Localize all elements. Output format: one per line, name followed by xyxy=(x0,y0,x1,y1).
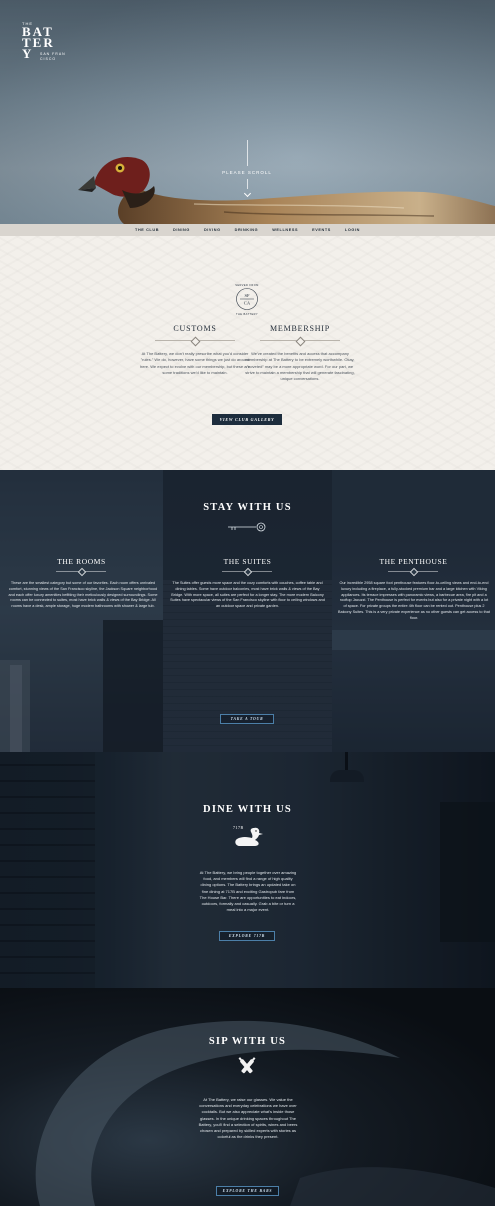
diamond-divider-icon xyxy=(260,338,340,343)
battery-logo[interactable]: THE BAT TER Y SAN FRAN CISCO xyxy=(22,21,82,62)
sip-section: SIP WITH US At The Battery, we raise our… xyxy=(0,988,495,1206)
logo-city: SAN FRAN CISCO xyxy=(40,52,66,62)
suites-title: THE SUITES xyxy=(223,557,272,566)
stay-section: STAY WITH US THE ROOMS These are the sma… xyxy=(0,470,495,752)
rooms-text: These are the smallest category but some… xyxy=(8,581,158,609)
membership-title: MEMBERSHIP xyxy=(269,324,330,333)
penthouse-text: Our incredible 2958 square foot penthous… xyxy=(338,581,490,620)
explore-the-bars-button[interactable]: EXPLORE THE BARS xyxy=(216,1186,279,1196)
nav-item-login[interactable]: LOGIN xyxy=(345,228,360,232)
seal-top: SERVED FROM xyxy=(235,283,258,287)
diamond-divider-icon xyxy=(388,569,438,574)
duck-icon xyxy=(235,827,263,846)
nav-item-dining[interactable]: DINING xyxy=(173,228,190,232)
nav-item-wellness[interactable]: WELLNESS xyxy=(272,228,298,232)
customs-text: At The Battery, we don't really prescrib… xyxy=(140,351,250,375)
about-section: SF CA SERVED FROM THE BATTERY CUSTOMS At… xyxy=(0,236,495,470)
main-nav: THE CLUB DINING DIVING DRINKING WELLNESS… xyxy=(0,224,495,236)
take-a-tour-button[interactable]: TAKE A TOUR xyxy=(220,714,274,724)
dine-text: At The Battery, we bring people together… xyxy=(199,870,297,913)
customs-title: CUSTOMS xyxy=(173,324,217,333)
pheasant-image xyxy=(78,157,495,224)
dine-title: DINE WITH US xyxy=(203,804,292,815)
view-club-gallery-button[interactable]: VIEW CLUB GALLERY xyxy=(212,414,282,425)
stay-title: STAY WITH US xyxy=(203,502,292,513)
hero-section: THE BAT TER Y SAN FRAN CISCO PLEASE SCRO… xyxy=(0,0,495,224)
sip-text: At The Battery, we raise our glasses. We… xyxy=(198,1097,298,1140)
seal-ca: CA xyxy=(244,301,251,306)
suites-text: The Suites offer guests more space and t… xyxy=(170,581,325,609)
sf-ca-seal-icon: SF CA SERVED FROM THE BATTERY xyxy=(235,283,258,316)
membership-column: MEMBERSHIP We've created the benefits an… xyxy=(245,324,355,382)
nav-item-events[interactable]: EVENTS xyxy=(312,228,331,232)
nav-item-drinking[interactable]: DRINKING xyxy=(235,228,259,232)
nav-item-the-club[interactable]: THE CLUB xyxy=(135,228,159,232)
customs-column: CUSTOMS At The Battery, we don't really … xyxy=(140,324,250,376)
sip-title: SIP WITH US xyxy=(208,1036,287,1047)
explore-717b-button[interactable]: EXPLORE 717B xyxy=(219,931,275,941)
diamond-divider-icon xyxy=(222,569,272,574)
seal-bottom: THE BATTERY xyxy=(236,312,258,316)
membership-text: We've created the benefits and access th… xyxy=(245,351,355,382)
seal-sf: SF xyxy=(244,293,250,298)
nav-item-diving[interactable]: DIVING xyxy=(204,228,221,232)
key-icon xyxy=(228,522,266,532)
logo-city-2: CISCO xyxy=(40,57,57,61)
crossed-bottles-icon xyxy=(238,1057,256,1074)
rooms-title: THE ROOMS xyxy=(57,557,106,566)
diamond-divider-icon xyxy=(155,338,235,343)
penthouse-title: THE PENTHOUSE xyxy=(379,557,448,566)
dine-section: DINE WITH US 717B At The Battery, we bri… xyxy=(0,752,495,988)
diamond-divider-icon xyxy=(56,569,106,574)
